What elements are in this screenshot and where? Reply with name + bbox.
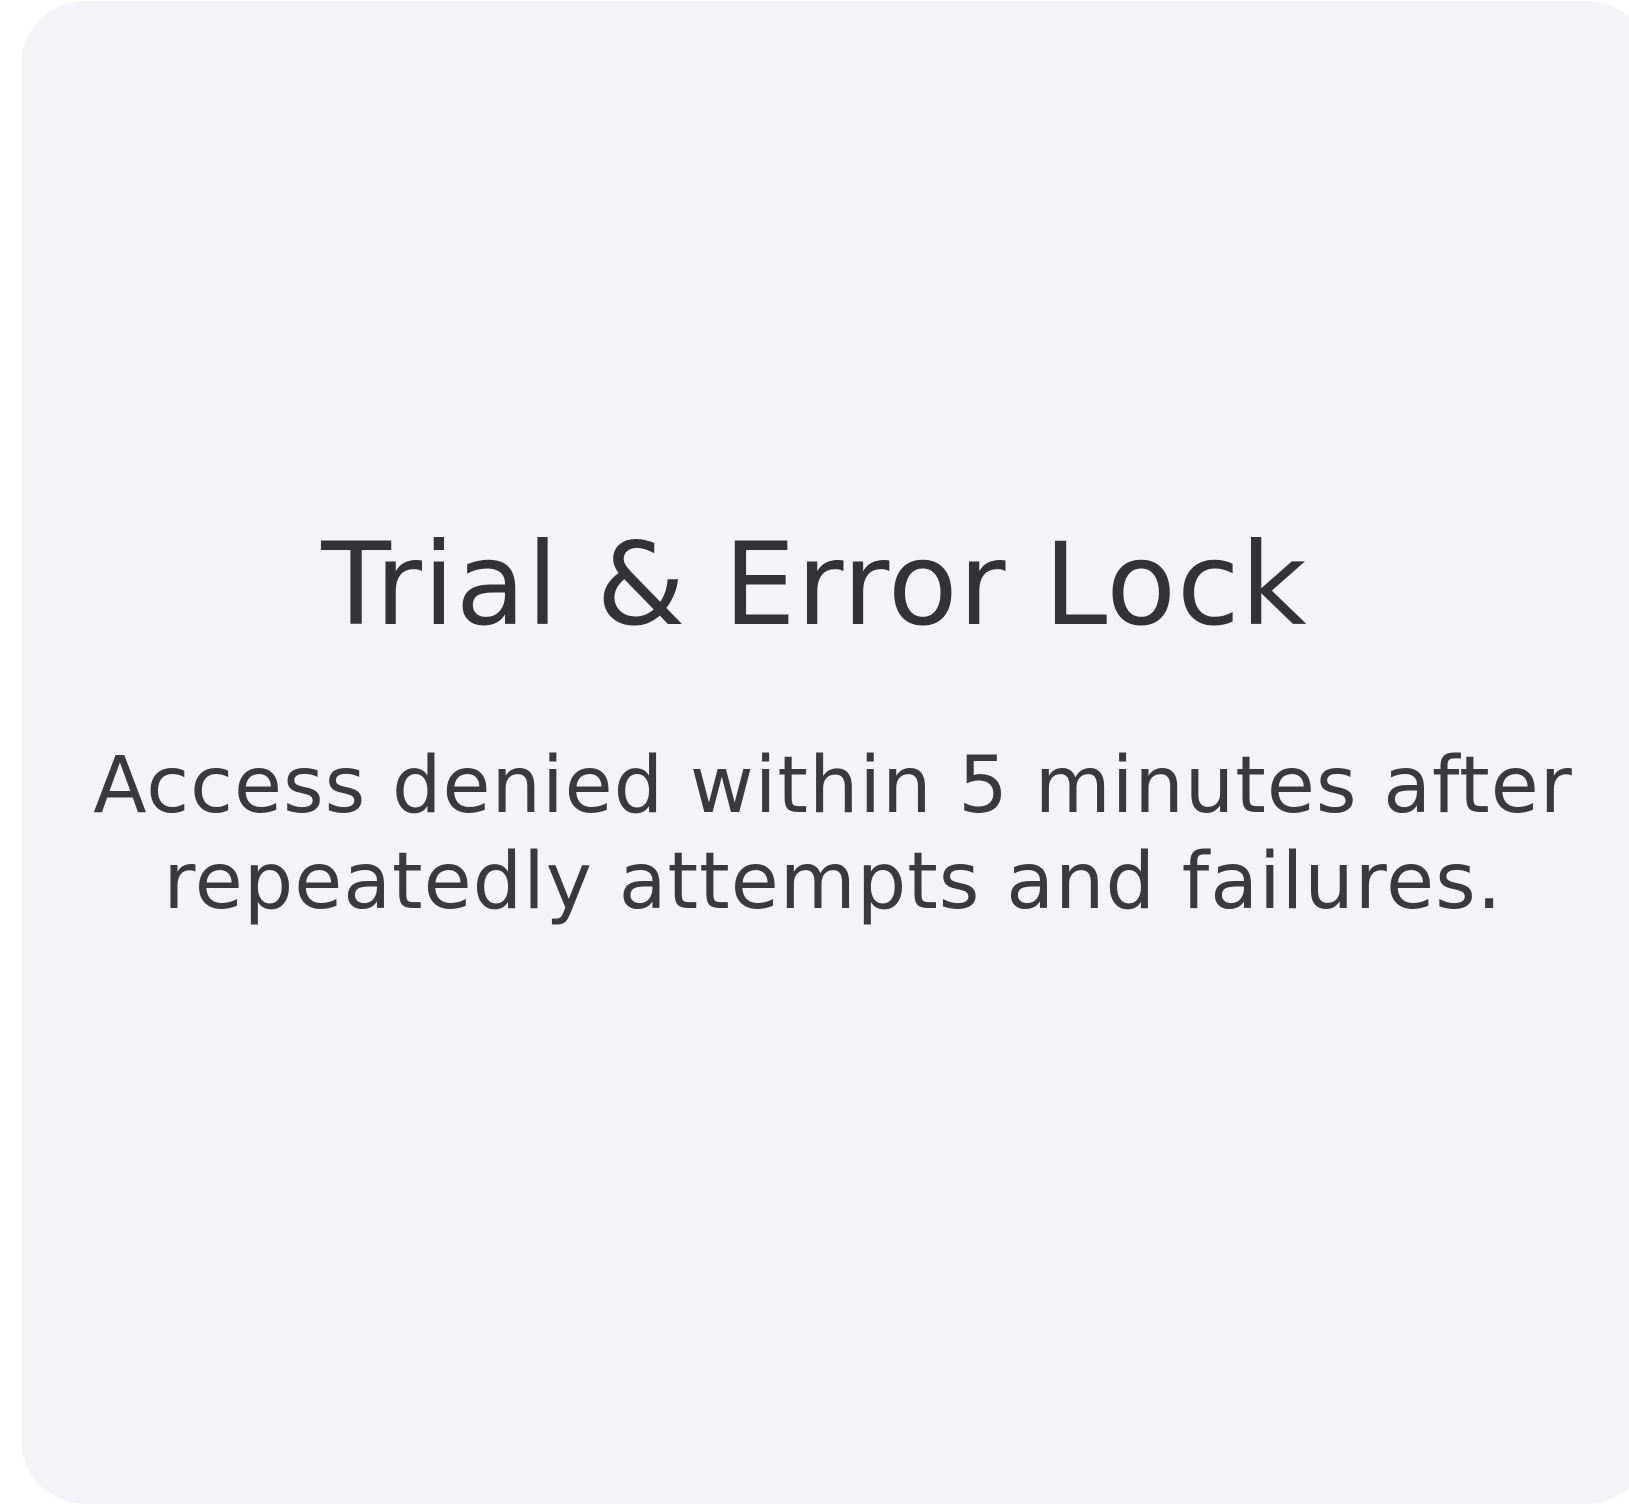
card-description: Access denied within 5 minutes after rep… <box>93 741 1573 927</box>
card-content: Trial & Error Lock Access denied within … <box>0 0 1629 1506</box>
card-title: Trial & Error Lock <box>321 518 1308 651</box>
